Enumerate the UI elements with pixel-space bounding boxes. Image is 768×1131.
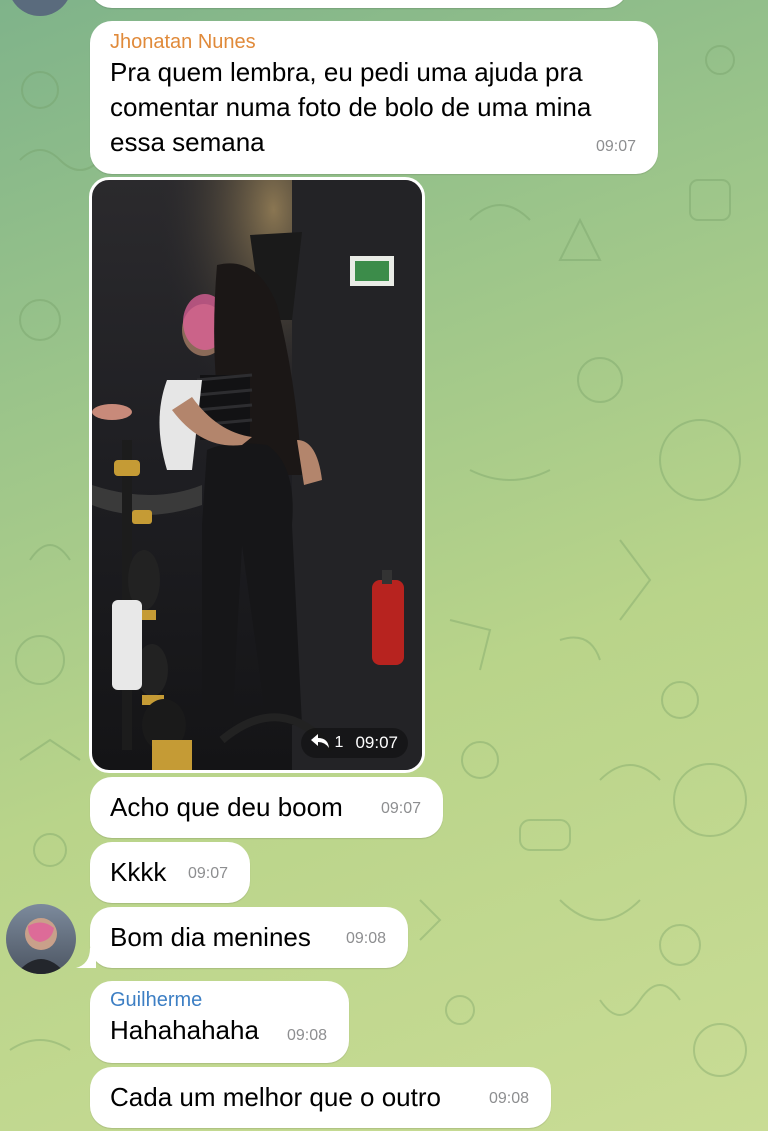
message-text: Kkkk [110, 857, 167, 887]
message-text: Acho que deu boom [110, 792, 343, 822]
message-time: 09:08 [488, 1090, 529, 1107]
photo-meta-badge: 1 09:07 [300, 728, 408, 758]
message-bubble: Bom dia menines 09:08 [90, 907, 408, 968]
message-bubble: Cada um melhor que o outro 09:08 [90, 1067, 551, 1128]
message-bubble: Jhonatan Nunes Pra quem lembra, eu pedi … [90, 21, 658, 174]
message-time: 09:07 [187, 865, 228, 882]
avatar-image [16, 918, 66, 974]
user-avatar[interactable] [8, 0, 72, 16]
bubble-tail [76, 948, 96, 968]
message-bubble: Acho que deu boom 09:07 [90, 777, 443, 838]
message-text-line: comentar numa foto de bolo de uma mina [110, 92, 592, 122]
photo-message[interactable]: 1 09:07 [89, 177, 425, 773]
message-bubble: Guilherme Hahahahaha 09:08 [90, 981, 349, 1063]
message-text: Hahahahaha [110, 1015, 259, 1045]
message-bubble: Kkkk 09:07 [90, 842, 250, 903]
message-time: 09:07 [355, 733, 398, 752]
photo-image [92, 180, 422, 770]
reply-arrow-icon[interactable] [310, 733, 329, 753]
message-time: 09:08 [286, 1027, 327, 1044]
message-time: 09:07 [595, 138, 636, 155]
sender-name[interactable]: Jhonatan Nunes [110, 29, 638, 55]
message-time: 09:07 [380, 800, 421, 817]
previous-message-bubble [90, 0, 628, 8]
message-time: 09:08 [345, 930, 386, 947]
message-text: Bom dia menines [110, 922, 311, 952]
user-avatar[interactable] [6, 904, 76, 974]
message-text: Cada um melhor que o outro [110, 1082, 441, 1112]
message-text-line: essa semana [110, 127, 265, 157]
sender-name[interactable]: Guilherme [110, 987, 329, 1013]
reply-count: 1 [334, 734, 344, 751]
message-text-line: Pra quem lembra, eu pedi uma ajuda pra [110, 57, 583, 87]
